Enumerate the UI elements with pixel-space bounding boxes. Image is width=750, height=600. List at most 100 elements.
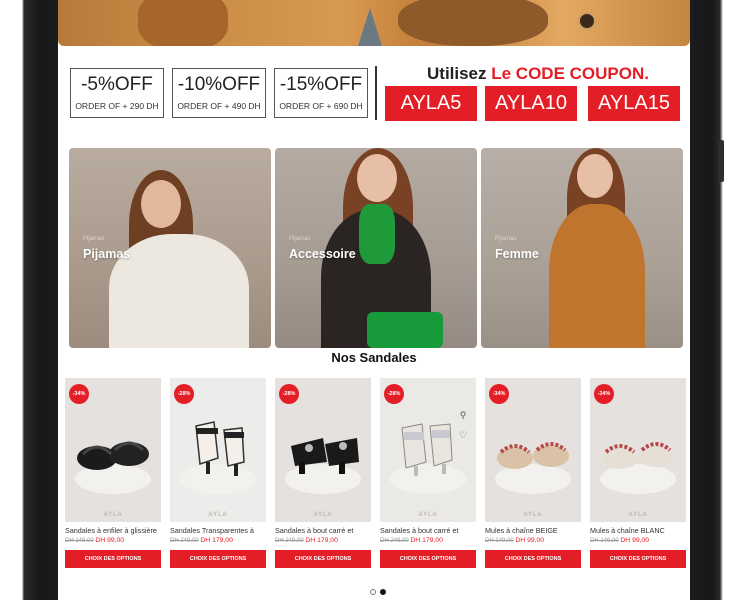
offer-condition: ORDER OF + 690 DH [279, 101, 363, 111]
choose-options-button[interactable]: CHOIX DES OPTIONS [485, 550, 581, 568]
brand-watermark: AYLA [418, 512, 438, 518]
old-price: DH 149,00 [485, 538, 514, 544]
model-face [577, 154, 613, 198]
coupon-code-button[interactable]: AYLA10 [485, 86, 577, 121]
choose-options-button[interactable]: CHOIX DES OPTIONS [590, 550, 686, 568]
category-sub: Pijamas [495, 236, 517, 242]
product-card[interactable]: -34% AYLA Sandales à enfiler à glissière… [65, 378, 161, 568]
product-price: DH 249,00 DH 179,00 [170, 537, 266, 544]
new-price: DH 99,00 [620, 537, 650, 544]
offer-box: -10%OFF ORDER OF + 490 DH [172, 68, 266, 118]
hero-figure-arm [398, 0, 548, 46]
model-turtleneck [359, 204, 395, 264]
category-label: Accessoire [289, 247, 356, 261]
sandal-illustration [195, 421, 245, 476]
promo-strip: -5%OFF ORDER OF + 290 DH -10%OFF ORDER O… [70, 64, 680, 122]
new-price: DH 179,00 [200, 537, 233, 544]
discount-badge: -34% [489, 384, 509, 404]
category-card-accessoire[interactable]: Pijamas Accessoire [275, 148, 477, 348]
coupon-code-button[interactable]: AYLA15 [588, 86, 680, 121]
offer-box: -15%OFF ORDER OF + 690 DH [274, 68, 368, 118]
product-image[interactable]: -34% AYLA [485, 378, 581, 522]
old-price: DH 249,00 [170, 538, 199, 544]
new-price: DH 179,00 [305, 537, 338, 544]
hero-ring [578, 12, 596, 30]
product-image[interactable]: -28% AYLA [275, 378, 371, 522]
category-card-pijamas[interactable]: Pijamas Pijamas [69, 148, 271, 348]
brand-watermark: AYLA [313, 512, 333, 518]
product-name[interactable]: Sandales à enfiler à glissière [65, 526, 161, 535]
discount-badge: -28% [384, 384, 404, 404]
brand-watermark: AYLA [628, 512, 648, 518]
sandal-illustration [497, 442, 569, 469]
product-name[interactable]: Mules à chaîne BLANC [590, 526, 686, 535]
choose-options-button[interactable]: CHOIX DES OPTIONS [380, 550, 476, 568]
discount-badge: -34% [594, 384, 614, 404]
product-image[interactable]: -34% AYLA [590, 378, 686, 522]
category-label: Femme [495, 247, 539, 261]
product-card[interactable]: -34% AYLA Mules à chaîne BLANC DH 149,00… [590, 378, 686, 568]
product-name[interactable]: Mules à chaîne BEIGE [485, 526, 581, 535]
product-card[interactable]: -28% ⚲ ♡ AYLA Sandales à bout carré et D… [380, 378, 476, 568]
offer-condition: ORDER OF + 290 DH [75, 101, 159, 111]
offer-discount: -15%OFF [279, 74, 363, 95]
promo-divider [375, 66, 377, 120]
old-price: DH 149,00 [65, 538, 94, 544]
offer-condition: ORDER OF + 490 DH [177, 101, 261, 111]
brand-watermark: AYLA [103, 512, 123, 518]
category-sub: Pijamas [83, 236, 105, 242]
new-price: DH 179,00 [410, 537, 443, 544]
product-price: DH 249,00 DH 179,00 [275, 537, 371, 544]
category-sub: Pijamas [289, 236, 311, 242]
choose-options-button[interactable]: CHOIX DES OPTIONS [65, 550, 161, 568]
discount-badge: -28% [279, 384, 299, 404]
product-image[interactable]: -34% AYLA [65, 378, 161, 522]
model-face [141, 180, 181, 228]
device-frame-right [690, 0, 750, 600]
green-handbag [367, 312, 443, 348]
sandal-illustration [291, 438, 359, 474]
model-body [549, 204, 645, 348]
sandal-illustration [602, 442, 674, 469]
choose-options-button[interactable]: CHOIX DES OPTIONS [275, 550, 371, 568]
product-name[interactable]: Sandales à bout carré et [380, 526, 476, 535]
old-price: DH 149,00 [590, 538, 619, 544]
new-price: DH 99,00 [515, 537, 545, 544]
product-image[interactable]: -28% AYLA [170, 378, 266, 522]
coupon-code-button[interactable]: AYLA5 [385, 86, 477, 121]
coupon-prefix: Utilisez [427, 64, 492, 83]
discount-badge: -28% [174, 384, 194, 404]
screen: -5%OFF ORDER OF + 290 DH -10%OFF ORDER O… [58, 0, 690, 600]
new-price: DH 99,00 [95, 537, 125, 544]
section-title: Nos Sandales [331, 350, 417, 365]
choose-options-button[interactable]: CHOIX DES OPTIONS [170, 550, 266, 568]
carousel-dot-active[interactable] [380, 589, 386, 595]
device-frame-left [0, 0, 58, 600]
brand-watermark: AYLA [523, 512, 543, 518]
product-card[interactable]: -28% AYLA Sandales à bout carré et DH 24… [275, 378, 371, 568]
old-price: DH 249,00 [380, 538, 409, 544]
hero-figure [138, 0, 228, 46]
product-price: DH 149,00 DH 99,00 [65, 537, 161, 544]
coupon-highlight: Le CODE COUPON. [491, 64, 649, 83]
hero-plant [358, 8, 382, 46]
product-image[interactable]: -28% ⚲ ♡ AYLA [380, 378, 476, 522]
product-card[interactable]: -28% AYLA Sandales Transparentes à DH 24… [170, 378, 266, 568]
sandal-illustration [401, 423, 453, 476]
carousel-dot[interactable] [370, 589, 376, 595]
offer-box: -5%OFF ORDER OF + 290 DH [70, 68, 164, 118]
discount-badge: -34% [69, 384, 89, 404]
category-card-femme[interactable]: Pijamas Femme [481, 148, 683, 348]
heart-icon[interactable]: ♡ [456, 428, 470, 442]
category-label: Pijamas [83, 247, 131, 261]
product-name[interactable]: Sandales Transparentes à [170, 526, 266, 535]
offer-discount: -5%OFF [81, 74, 153, 95]
search-icon[interactable]: ⚲ [456, 408, 470, 422]
product-price: DH 249,00 DH 179,00 [380, 537, 476, 544]
product-card[interactable]: -34% AYLA Mules à chaîne BEIGE DH 149,00… [485, 378, 581, 568]
hero-banner[interactable] [58, 0, 690, 46]
old-price: DH 249,00 [275, 538, 304, 544]
product-name[interactable]: Sandales à bout carré et [275, 526, 371, 535]
coupon-title: Utilisez Le CODE COUPON. [388, 64, 688, 84]
brand-watermark: AYLA [208, 512, 228, 518]
